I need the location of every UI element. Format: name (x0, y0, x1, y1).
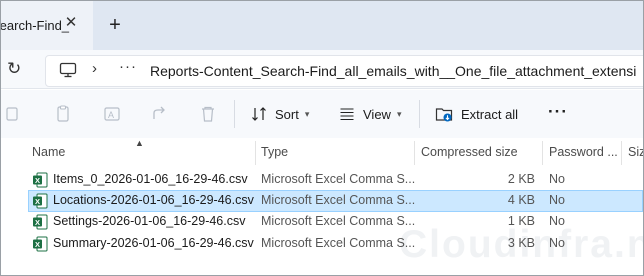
file-password: No (549, 236, 565, 250)
excel-file-icon: X (33, 236, 48, 252)
rename-icon[interactable]: A (103, 105, 121, 123)
file-compressed-size: 1 KB (507, 214, 535, 228)
sort-icon (252, 107, 266, 121)
monitor-icon (59, 62, 77, 78)
svg-text:X: X (35, 240, 40, 249)
column-name[interactable]: Name (32, 145, 65, 159)
file-compressed-size: 2 KB (507, 172, 535, 186)
breadcrumb-overflow[interactable]: ··· (119, 58, 137, 75)
toolbar-divider (419, 100, 420, 128)
column-password[interactable]: Password ... (549, 145, 618, 159)
sort-ascending-icon: ▲ (135, 138, 144, 148)
file-name: Settings-2026-01-06_16-29-46.csv (53, 214, 246, 228)
column-header: ▲ Name Type Compressed size Password ...… (1, 138, 643, 165)
file-password: No (549, 214, 565, 228)
file-name: Items_0_2026-01-06_16-29-46.csv (53, 172, 248, 186)
tab-strip: Search-Find_ ✕ + (1, 1, 643, 50)
file-compressed-size: 4 KB (507, 193, 535, 207)
cut-icon[interactable] (5, 105, 23, 123)
extract-all-label: Extract all (461, 106, 519, 122)
file-row[interactable]: X Settings-2026-01-06_16-29-46.csv Micro… (28, 211, 643, 233)
excel-file-icon: X (33, 193, 48, 209)
svg-text:X: X (35, 176, 40, 185)
extract-folder-icon (435, 108, 453, 122)
file-explorer-window: Search-Find_ ✕ + ↻ › ··· Reports-Content… (0, 0, 644, 276)
excel-file-icon: X (33, 172, 48, 188)
tab-title: Search-Find_ (0, 18, 70, 33)
svg-text:X: X (35, 197, 40, 206)
column-size[interactable]: Siz (628, 145, 643, 159)
file-type: Microsoft Excel Comma S... (261, 236, 416, 250)
chevron-down-icon: ▾ (304, 108, 310, 119)
file-type: Microsoft Excel Comma S... (261, 214, 416, 228)
refresh-icon[interactable]: ↻ (7, 59, 21, 79)
chevron-down-icon: ▾ (396, 108, 402, 119)
more-options-button[interactable]: ··· (548, 102, 568, 122)
column-type[interactable]: Type (261, 145, 288, 159)
svg-text:X: X (35, 218, 40, 227)
delete-icon[interactable] (199, 105, 217, 123)
sort-button[interactable]: Sort ▾ (251, 104, 309, 124)
file-password: No (549, 172, 565, 186)
new-tab-icon[interactable]: + (106, 15, 124, 35)
file-password: No (549, 193, 565, 207)
breadcrumb-path[interactable]: Reports-Content_Search-Find_all_emails_w… (150, 63, 636, 79)
view-button[interactable]: View ▾ (339, 104, 401, 124)
column-divider[interactable] (621, 141, 622, 165)
file-row[interactable]: X Summary-2026-01-06_16-29-46.csv Micros… (28, 233, 643, 255)
column-divider[interactable] (542, 141, 543, 165)
tab-search-find[interactable]: Search-Find_ ✕ (1, 1, 93, 50)
file-type: Microsoft Excel Comma S... (261, 172, 416, 186)
file-row-selected[interactable]: X Locations-2026-01-06_16-29-46.csv Micr… (28, 190, 643, 212)
copy-icon[interactable] (54, 105, 72, 123)
close-icon[interactable]: ✕ (63, 15, 79, 31)
toolbar-divider (234, 100, 235, 128)
share-icon[interactable] (151, 105, 169, 123)
file-row[interactable]: X Items_0_2026-01-06_16-29-46.csv Micros… (28, 169, 643, 191)
column-compressed-size[interactable]: Compressed size (421, 145, 518, 159)
column-divider[interactable] (255, 141, 256, 165)
address-bar[interactable]: › ··· Reports-Content_Search-Find_all_em… (45, 55, 643, 87)
svg-text:A: A (108, 110, 114, 120)
file-type: Microsoft Excel Comma S... (261, 193, 416, 207)
command-bar: A Sort ▾ View ▾ Extract all ··· (1, 90, 643, 139)
navigation-bar: ↻ › ··· Reports-Content_Search-Find_all_… (1, 50, 643, 89)
excel-file-icon: X (33, 214, 48, 230)
file-compressed-size: 3 KB (507, 236, 535, 250)
view-icon (340, 108, 354, 121)
file-name: Summary-2026-01-06_16-29-46.csv (53, 236, 254, 250)
extract-all-button[interactable]: Extract all (435, 104, 518, 124)
sort-label: Sort (275, 106, 299, 122)
view-label: View (363, 106, 391, 122)
chevron-right-icon[interactable]: › (92, 60, 97, 77)
file-name: Locations-2026-01-06_16-29-46.csv (53, 193, 254, 207)
column-divider[interactable] (414, 141, 415, 165)
